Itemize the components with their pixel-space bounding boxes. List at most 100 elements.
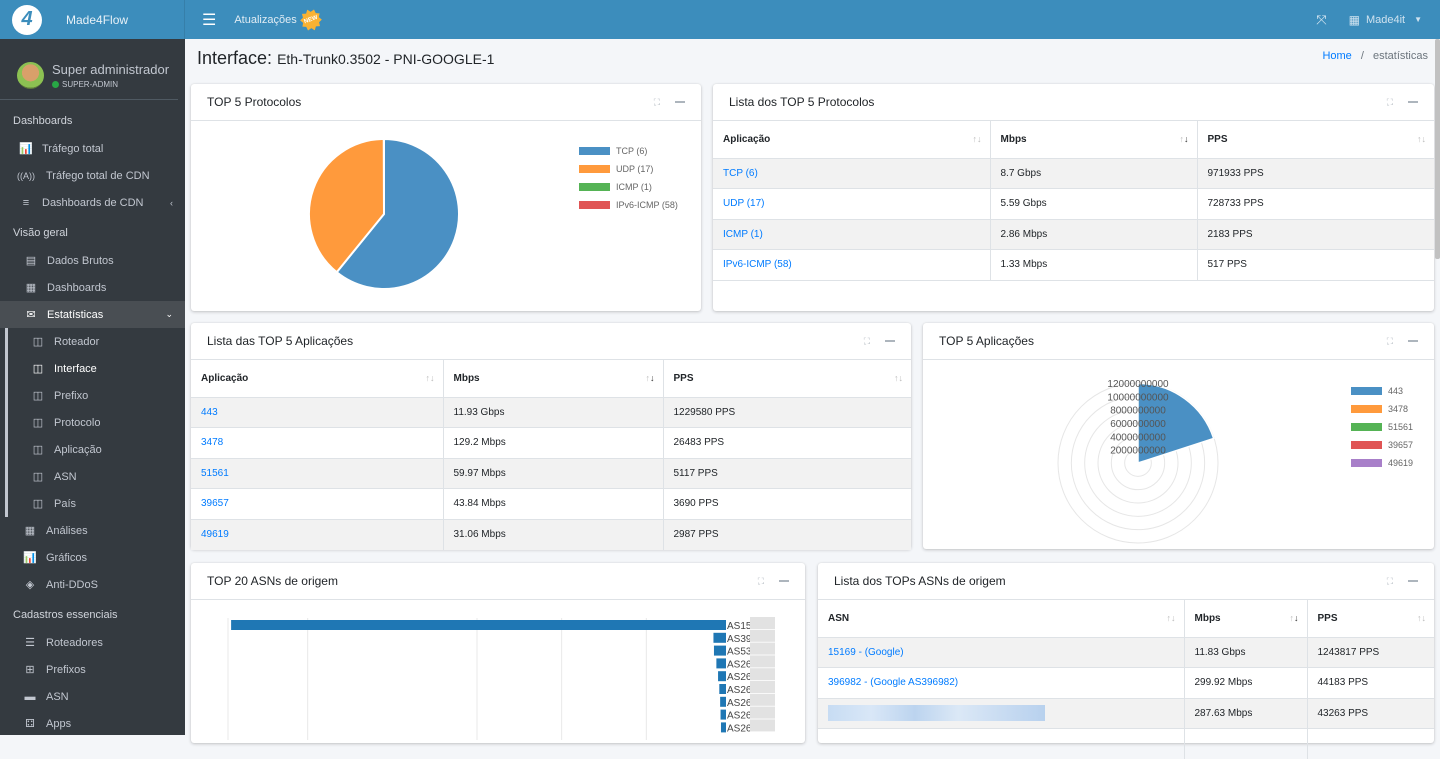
sidebar-item-dashboards-cdn[interactable]: ≡Dashboards de CDN‹ <box>0 189 185 216</box>
radial-tick-label: 6000000000 <box>1110 419 1166 430</box>
maximize-icon[interactable]: ⛶ <box>1387 97 1392 108</box>
asn-bar[interactable] <box>231 620 726 630</box>
mbps-cell: 5.59 Gbps <box>990 189 1197 220</box>
sidebar-item-prefixos[interactable]: ⊞Prefixos <box>0 656 185 683</box>
col-header-mbps[interactable]: Mbps↑↓ <box>1184 600 1307 637</box>
app-link[interactable]: 49619 <box>201 529 229 540</box>
collapse-icon[interactable] <box>779 580 789 582</box>
card-title: Lista dos TOP 5 Protocolos <box>729 95 874 109</box>
sidebar-item-graficos[interactable]: 📊Gráficos <box>0 544 185 571</box>
legend-item[interactable]: UDP (17) <box>579 160 678 178</box>
asn-bar-label: AS26 <box>727 711 752 722</box>
asn-bar[interactable] <box>720 697 726 707</box>
legend-item[interactable]: TCP (6) <box>579 142 678 160</box>
sidebar-item-label: Gráficos <box>46 552 87 564</box>
sidebar-item-roteador[interactable]: ◫Roteador <box>8 328 185 355</box>
breadcrumb-home[interactable]: Home <box>1322 50 1351 62</box>
col-header-pps[interactable]: PPS↑↓ <box>1307 600 1434 637</box>
maximize-icon[interactable]: ⛶ <box>1387 336 1392 347</box>
org-dropdown[interactable]: ▦ Made4it ▼ <box>1349 13 1422 27</box>
legend-item[interactable]: ICMP (1) <box>579 178 678 196</box>
radial-tick-label: 8000000000 <box>1110 406 1166 417</box>
table-row: 4961931.06 Mbps2987 PPS <box>191 519 911 550</box>
sidebar-item-aplicacao[interactable]: ◫Aplicação <box>8 436 185 463</box>
col-header-asn[interactable]: ASN↑↓ <box>818 600 1184 637</box>
maximize-icon[interactable]: ⛶ <box>654 97 659 108</box>
table-row <box>818 729 1434 759</box>
radial-tick-label: 12000000000 <box>1107 379 1169 390</box>
collapse-icon[interactable] <box>1408 340 1418 342</box>
app-link[interactable]: 51561 <box>201 468 229 479</box>
protocol-link[interactable]: ICMP (1) <box>723 229 763 240</box>
user-panel[interactable]: Super administrador SUPER-ADMIN <box>0 39 178 100</box>
asn-link[interactable]: 15169 - (Google) <box>828 647 904 658</box>
maximize-icon[interactable]: ⛶ <box>864 336 869 347</box>
col-header-aplicacao[interactable]: Aplicação↑↓ <box>191 360 443 397</box>
app-link[interactable]: 39657 <box>201 498 229 509</box>
sidebar-item-trafego-total[interactable]: 📊Tráfego total <box>0 135 185 162</box>
sidebar-item-asn[interactable]: ◫ASN <box>8 463 185 490</box>
asn-bar[interactable] <box>714 646 726 656</box>
sidebar-item-dashboards[interactable]: ▦Dashboards <box>0 274 185 301</box>
asn-bar[interactable] <box>713 633 726 643</box>
updates-link[interactable]: Atualizações NEW <box>234 9 321 31</box>
table-row: 396982 - (Google AS396982)299.92 Mbps441… <box>818 668 1434 699</box>
sidebar-item-prefixo[interactable]: ◫Prefixo <box>8 382 185 409</box>
collapse-icon[interactable] <box>885 340 895 342</box>
maximize-icon[interactable]: ⛶ <box>758 576 763 587</box>
legend-item[interactable]: 3478 <box>1351 400 1413 418</box>
sidebar-item-protocolo[interactable]: ◫Protocolo <box>8 409 185 436</box>
fullscreen-icon[interactable]: ⤧ <box>1316 12 1326 28</box>
sidebar-item-dados-brutos[interactable]: ▤Dados Brutos <box>0 247 185 274</box>
building-icon: ▦ <box>1349 13 1360 27</box>
app-link[interactable]: 3478 <box>201 437 223 448</box>
asn-bar[interactable] <box>721 710 726 720</box>
col-header-mbps[interactable]: Mbps↑↓ <box>443 360 663 397</box>
user-name: Super administrador <box>52 62 169 77</box>
sidebar-item-label: Tráfego total <box>42 143 103 155</box>
brand[interactable]: 4 Made4Flow <box>0 0 185 39</box>
top-navbar: 4 Made4Flow ☰ Atualizações NEW ⤧ ▦ Made4… <box>0 0 1440 39</box>
maximize-icon[interactable]: ⛶ <box>1387 576 1392 587</box>
legend-item[interactable]: 39657 <box>1351 436 1413 454</box>
sidebar-item-anti-ddos[interactable]: ◈Anti-DDoS <box>0 571 185 598</box>
sidebar-item-pais[interactable]: ◫País <box>8 490 185 517</box>
col-header-pps[interactable]: PPS↑↓ <box>663 360 911 397</box>
sidebar-item-analises[interactable]: ▦Análises <box>0 517 185 544</box>
protocol-link[interactable]: TCP (6) <box>723 168 758 179</box>
asn-bar[interactable] <box>721 722 726 732</box>
legend-item[interactable]: IPv6-ICMP (58) <box>579 196 678 214</box>
sidebar-item-apps[interactable]: ⚃Apps <box>0 710 185 735</box>
collapse-icon[interactable] <box>1408 580 1418 582</box>
collapse-icon[interactable] <box>1408 101 1418 103</box>
legend-item[interactable]: 49619 <box>1351 454 1413 472</box>
asn-bar-label: AS39 <box>727 634 752 645</box>
protocol-link[interactable]: UDP (17) <box>723 198 765 209</box>
col-header-mbps[interactable]: Mbps↑↓ <box>990 121 1197 158</box>
sidebar-item-asn-cad[interactable]: ▬ASN <box>0 683 185 710</box>
sidebar-item-trafego-cdn[interactable]: ((A))Tráfego total de CDN <box>0 162 185 189</box>
page-scrollbar[interactable] <box>1435 39 1440 259</box>
app-link[interactable]: 443 <box>201 407 218 418</box>
legend-item[interactable]: 51561 <box>1351 418 1413 436</box>
protocol-link[interactable]: IPv6-ICMP (58) <box>723 259 792 270</box>
pps-cell: 26483 PPS <box>663 428 911 459</box>
sidebar-item-roteadores[interactable]: ☰Roteadores <box>0 629 185 656</box>
sidebar-item-interface[interactable]: ◫Interface <box>8 355 185 382</box>
asn-bar[interactable] <box>719 684 726 694</box>
mbps-cell: 129.2 Mbps <box>443 428 663 459</box>
asn-bar[interactable] <box>716 658 726 668</box>
collapse-icon[interactable] <box>675 101 685 103</box>
chart-area-icon: ◫ <box>31 335 45 348</box>
page-title-prefix: Interface: <box>197 48 272 68</box>
legend-item[interactable]: 443 <box>1351 382 1413 400</box>
table-row: 5156159.97 Mbps5117 PPS <box>191 458 911 489</box>
asn-link[interactable]: 396982 - (Google AS396982) <box>828 677 958 688</box>
col-header-pps[interactable]: PPS↑↓ <box>1197 121 1434 158</box>
menu-toggle-icon[interactable]: ☰ <box>202 10 216 30</box>
asn-bar[interactable] <box>718 671 726 681</box>
sort-icon: ↑↓ <box>1167 613 1176 623</box>
redacted-asn-link[interactable] <box>828 705 1045 721</box>
col-header-aplicacao[interactable]: Aplicação↑↓ <box>713 121 990 158</box>
sidebar-item-estatisticas[interactable]: ✉Estatísticas⌄ <box>0 301 185 328</box>
